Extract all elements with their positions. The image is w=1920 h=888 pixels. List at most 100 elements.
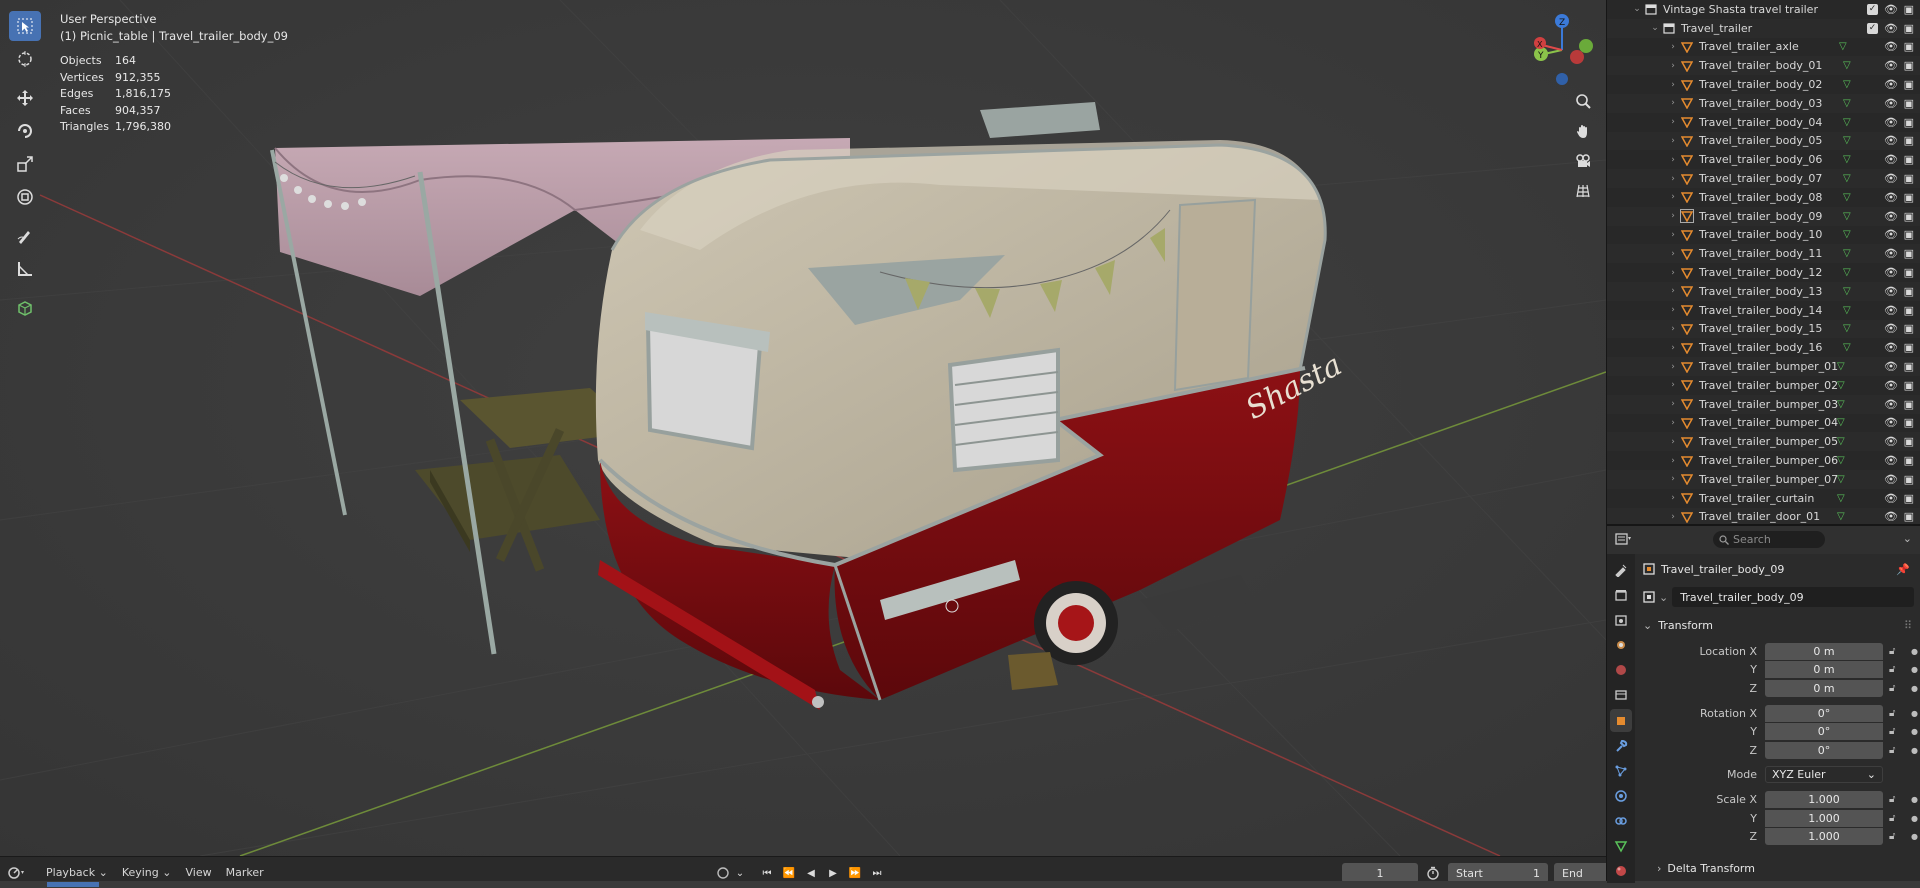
outliner-item[interactable]: › Travel_trailer_body_01 ▽ 👁 ▣: [1607, 56, 1920, 76]
chevron-right-icon[interactable]: ›: [1667, 155, 1679, 165]
eye-icon[interactable]: 👁: [1884, 40, 1898, 53]
eye-icon[interactable]: 👁: [1884, 416, 1898, 429]
annotate-icon[interactable]: [9, 221, 41, 251]
chevron-right-icon[interactable]: ›: [1667, 42, 1679, 52]
checkbox-icon[interactable]: ✓: [1867, 3, 1878, 15]
mesh-data-icon[interactable]: ▽: [1837, 361, 1845, 372]
camera-icon[interactable]: ▣: [1904, 210, 1914, 223]
3d-viewport[interactable]: Shasta User Perspective (1) Picnic_table…: [0, 0, 1606, 856]
camera-icon[interactable]: ▣: [1904, 360, 1914, 373]
editor-type-icon[interactable]: [1615, 532, 1633, 549]
location-z-field[interactable]: 0 m: [1765, 679, 1883, 697]
add-cube-icon[interactable]: [9, 293, 41, 323]
eye-icon[interactable]: 👁: [1884, 360, 1898, 373]
eye-icon[interactable]: 👁: [1884, 228, 1898, 241]
eye-icon[interactable]: 👁: [1884, 285, 1898, 298]
camera-icon[interactable]: ▣: [1904, 191, 1914, 204]
mesh-data-icon[interactable]: ▽: [1843, 211, 1851, 222]
outliner-item[interactable]: › Travel_trailer_bumper_01 ▽ 👁 ▣: [1607, 357, 1920, 376]
outliner-item[interactable]: › Travel_trailer_bumper_03 ▽ 👁 ▣: [1607, 394, 1920, 414]
chevron-right-icon[interactable]: ›: [1667, 456, 1679, 466]
camera-icon[interactable]: ▣: [1904, 454, 1914, 467]
view-layer-tab-icon[interactable]: [1610, 633, 1632, 656]
eye-icon[interactable]: 👁: [1884, 210, 1898, 223]
camera-icon[interactable]: ▣: [1904, 153, 1914, 166]
menu-view[interactable]: View: [179, 864, 217, 881]
mesh-data-icon[interactable]: ▽: [1843, 60, 1851, 71]
material-tab-icon[interactable]: [1610, 860, 1632, 883]
mesh-data-icon[interactable]: ▽: [1843, 117, 1851, 128]
scale-icon[interactable]: [9, 149, 41, 179]
mesh-data-icon[interactable]: ▽: [1843, 98, 1851, 109]
chevron-right-icon[interactable]: ›: [1667, 117, 1679, 127]
chevron-down-icon[interactable]: ⌄: [735, 864, 745, 882]
current-frame-field[interactable]: 1: [1342, 863, 1418, 883]
mesh-data-icon[interactable]: ▽: [1843, 286, 1851, 297]
rotation-z-field[interactable]: 0°: [1765, 741, 1883, 759]
navigation-gizmo[interactable]: Z Y X: [1526, 10, 1598, 88]
output-tab-icon[interactable]: [1610, 608, 1632, 631]
transform-panel-header[interactable]: ⌄ Transform ⠿: [1637, 614, 1920, 636]
grid-icon[interactable]: [1570, 178, 1596, 204]
mesh-data-icon[interactable]: ▽: [1837, 436, 1845, 447]
chevron-right-icon[interactable]: ›: [1667, 343, 1679, 353]
mesh-data-icon[interactable]: ▽: [1843, 135, 1851, 146]
delta-transform-panel-header[interactable]: › Delta Transform: [1637, 858, 1920, 880]
pin-icon[interactable]: 📌: [1896, 563, 1910, 576]
camera-icon[interactable]: ▣: [1904, 97, 1914, 110]
outliner-item[interactable]: › Travel_trailer_body_08 ▽ 👁 ▣: [1607, 188, 1920, 207]
mesh-data-icon[interactable]: ▽: [1837, 455, 1845, 466]
eye-icon[interactable]: 👁: [1884, 322, 1898, 335]
eye-icon[interactable]: 👁: [1884, 191, 1898, 204]
object-name-field[interactable]: Travel_trailer_body_09: [1672, 587, 1914, 607]
camera-icon[interactable]: ▣: [1904, 116, 1914, 129]
outliner-item[interactable]: › Travel_trailer_body_12 ▽ 👁 ▣: [1607, 263, 1920, 282]
lock-icon[interactable]: 🔓︎: [1889, 745, 1895, 756]
chevron-right-icon[interactable]: ›: [1667, 136, 1679, 146]
mesh-data-icon[interactable]: ▽: [1837, 511, 1845, 522]
eye-icon[interactable]: 👁: [1884, 153, 1898, 166]
lock-icon[interactable]: 🔓︎: [1889, 813, 1895, 824]
transform-icon[interactable]: [9, 182, 41, 212]
camera-icon[interactable]: ▣: [1904, 134, 1914, 147]
outliner-item[interactable]: › Travel_trailer_body_16 ▽ 👁 ▣: [1607, 338, 1920, 357]
eye-icon[interactable]: 👁: [1884, 172, 1898, 185]
object-tab-icon[interactable]: [1610, 708, 1632, 733]
chevron-right-icon[interactable]: ›: [1667, 362, 1679, 372]
constraints-tab-icon[interactable]: [1610, 810, 1632, 833]
particles-tab-icon[interactable]: [1610, 759, 1632, 782]
mesh-data-icon[interactable]: ▽: [1843, 79, 1851, 90]
outliner-item[interactable]: › Travel_trailer_body_15 ▽ 👁 ▣: [1607, 319, 1920, 339]
camera-icon[interactable]: ▣: [1904, 473, 1914, 486]
prev-keyframe-icon[interactable]: ⏪: [779, 864, 799, 882]
eye-icon[interactable]: 👁: [1884, 3, 1898, 16]
chevron-right-icon[interactable]: ›: [1667, 80, 1679, 90]
outliner-item[interactable]: › Travel_trailer_axle ▽ 👁 ▣: [1607, 38, 1920, 57]
chevron-right-icon[interactable]: ›: [1667, 474, 1679, 484]
keyframe-dot-icon[interactable]: ●: [1911, 795, 1918, 804]
mesh-data-icon[interactable]: ▽: [1843, 323, 1851, 334]
search-input[interactable]: Search: [1713, 531, 1825, 548]
scale-y-field[interactable]: 1.000: [1765, 809, 1883, 827]
modifier-tab-icon[interactable]: [1610, 734, 1632, 757]
chevron-down-icon[interactable]: ⌄: [1903, 532, 1912, 545]
stopwatch-icon[interactable]: [1424, 866, 1442, 880]
world-tab-icon[interactable]: [1610, 684, 1632, 707]
camera-icon[interactable]: ▣: [1904, 22, 1914, 35]
rotate-icon[interactable]: [9, 116, 41, 146]
object-icon[interactable]: [1643, 591, 1655, 603]
chevron-down-icon[interactable]: ⌄: [1631, 4, 1643, 14]
mesh-data-icon[interactable]: ▽: [1843, 192, 1851, 203]
camera-icon[interactable]: ▣: [1904, 3, 1914, 16]
outliner-item[interactable]: › Travel_trailer_body_11 ▽ 👁 ▣: [1607, 244, 1920, 264]
eye-icon[interactable]: 👁: [1884, 473, 1898, 486]
chevron-right-icon[interactable]: ›: [1667, 249, 1679, 259]
menu-marker[interactable]: Marker: [220, 864, 270, 881]
chevron-right-icon[interactable]: ›: [1667, 230, 1679, 240]
scale-x-field[interactable]: 1.000: [1765, 790, 1883, 808]
menu-playback[interactable]: Playback ⌄: [40, 864, 114, 881]
eye-icon[interactable]: 👁: [1884, 304, 1898, 317]
eye-icon[interactable]: 👁: [1884, 492, 1898, 505]
outliner-item[interactable]: › Travel_trailer_bumper_06 ▽ 👁 ▣: [1607, 451, 1920, 470]
eye-icon[interactable]: 👁: [1884, 97, 1898, 110]
